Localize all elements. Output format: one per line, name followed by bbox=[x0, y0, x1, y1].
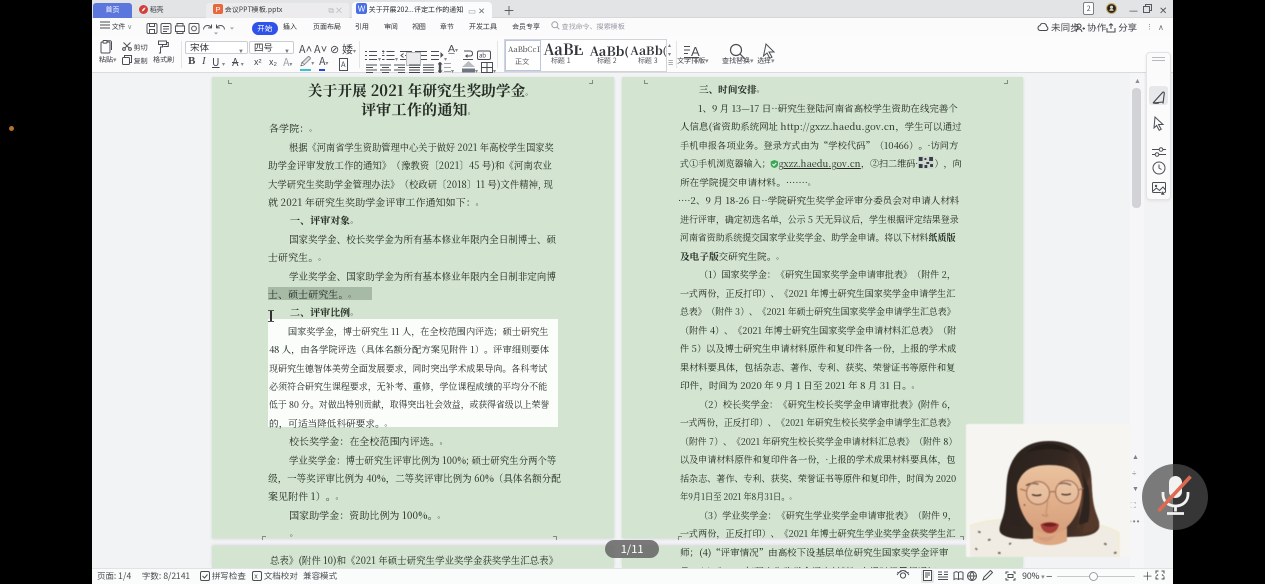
svg-text:W: W bbox=[358, 5, 366, 14]
svg-text:P: P bbox=[215, 5, 220, 14]
svg-text:x: x bbox=[254, 574, 258, 581]
